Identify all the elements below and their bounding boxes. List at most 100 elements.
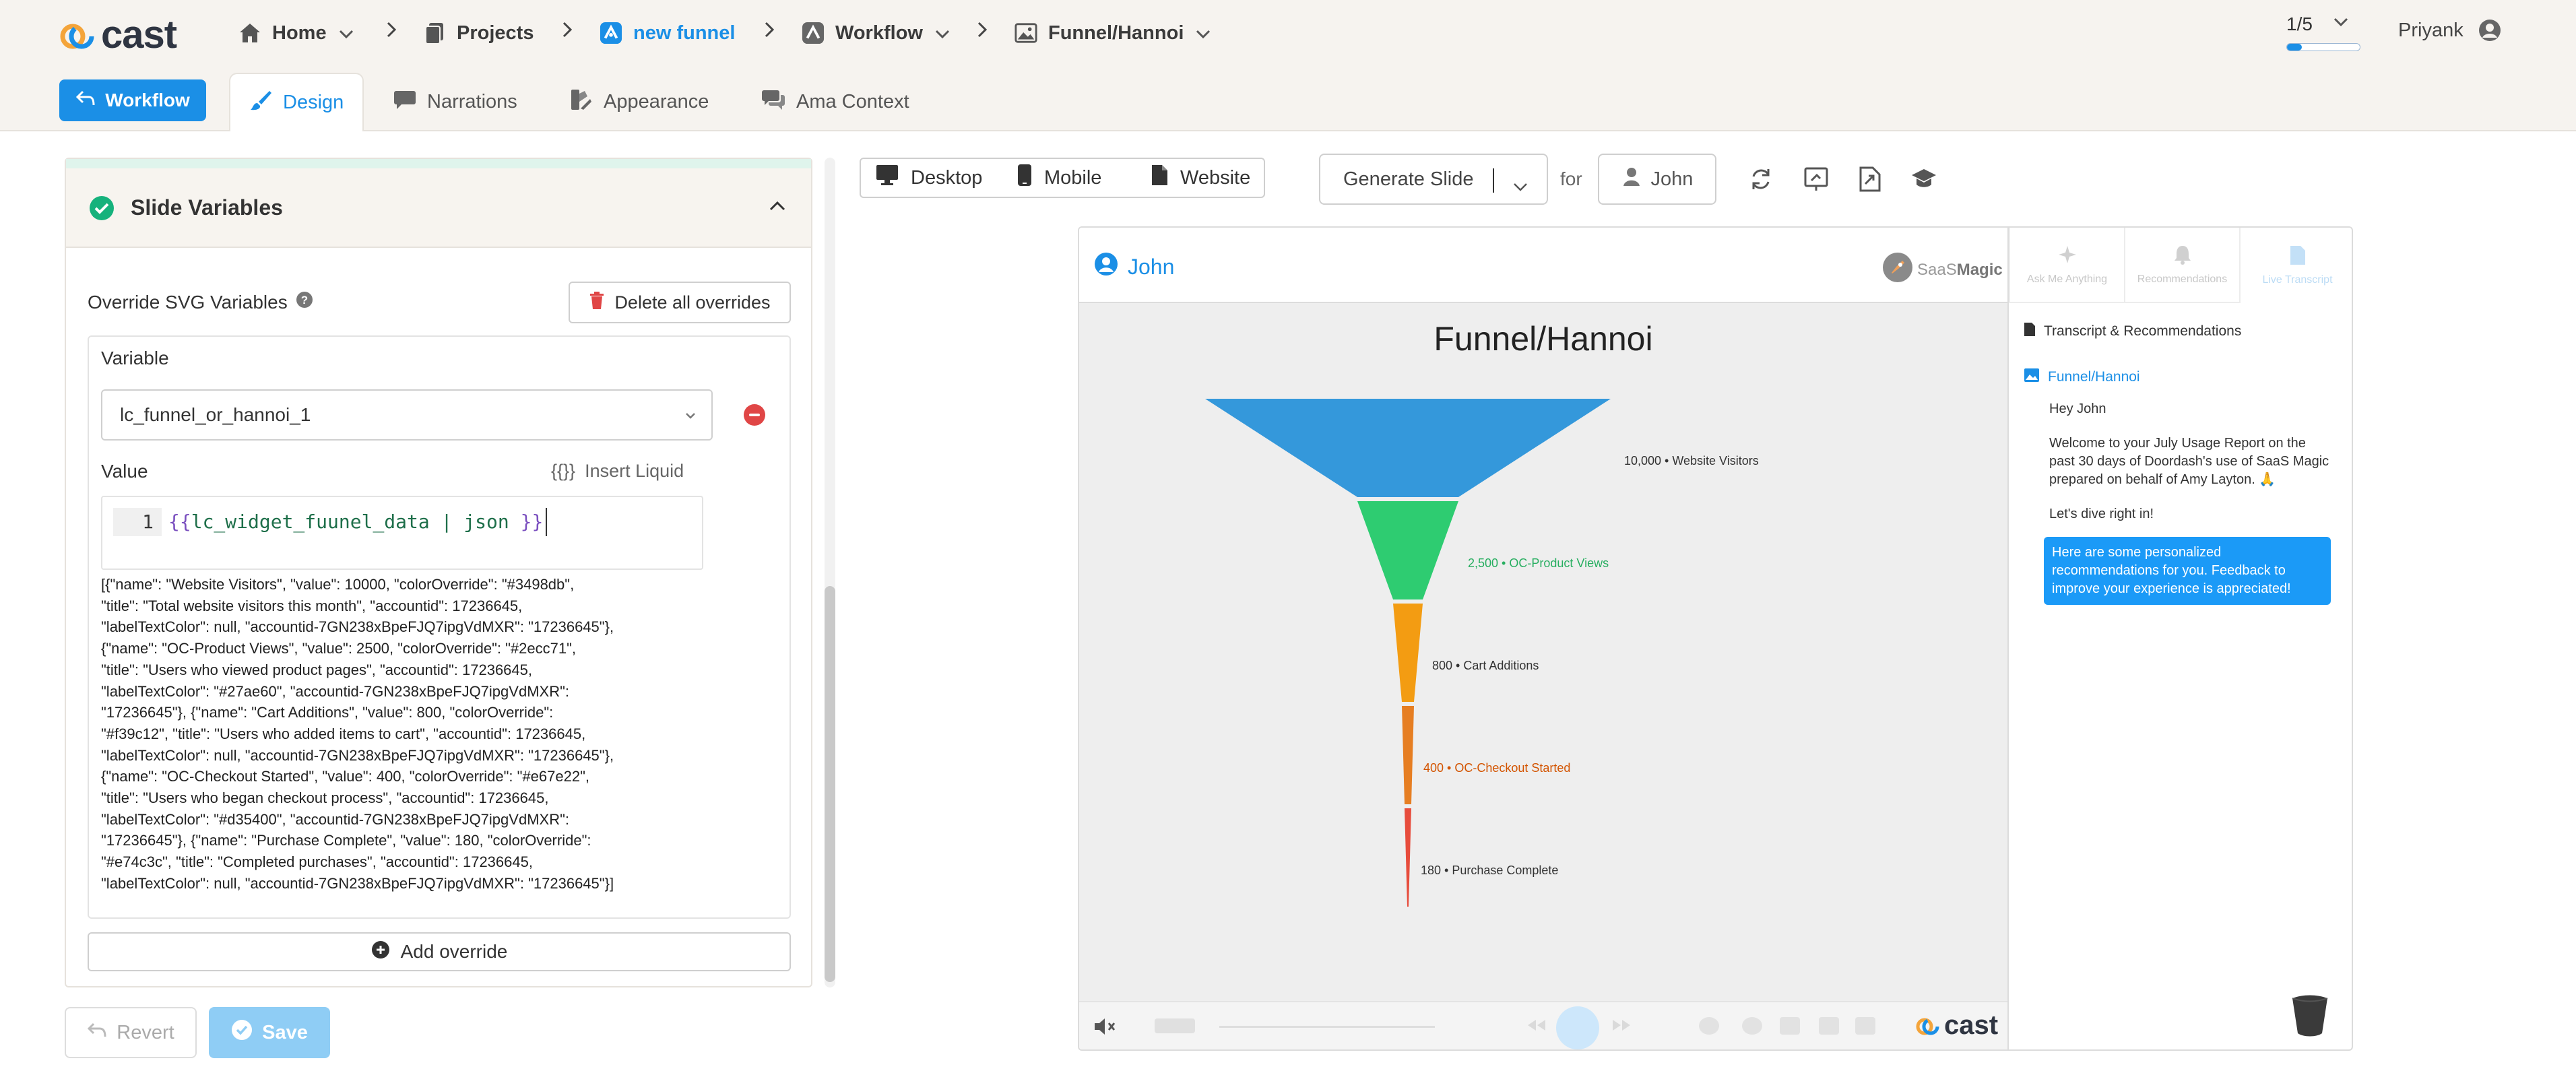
- override-card: Variable lc_funnel_or_hannoi_1 Value {{}…: [88, 335, 791, 919]
- tab-ask-me-anything[interactable]: Ask Me Anything: [2009, 228, 2124, 303]
- resolved-json-output: [{"name": "Website Visitors", "value": 1…: [101, 576, 614, 892]
- export-icon[interactable]: [1857, 166, 1883, 193]
- slide-variables-header[interactable]: Slide Variables: [66, 168, 811, 248]
- insert-liquid-label: Insert Liquid: [585, 461, 684, 481]
- breadcrumb-label: new funnel: [633, 22, 736, 44]
- funnel-segment: [1402, 706, 1414, 804]
- mute-icon[interactable]: [1093, 1016, 1117, 1041]
- user-menu[interactable]: Priyank: [2398, 19, 2501, 42]
- device-desktop[interactable]: Desktop: [861, 159, 1002, 197]
- breadcrumb-label: Projects: [457, 22, 534, 44]
- chevron-down-icon[interactable]: [1513, 175, 1528, 197]
- tab-recommendations[interactable]: Recommendations: [2124, 228, 2239, 303]
- panel-top-strip: [66, 159, 811, 168]
- funnel-value-label: 180 •: [1421, 864, 1452, 877]
- panel-scrollbar[interactable]: [825, 158, 835, 987]
- help-icon[interactable]: ?: [296, 291, 313, 313]
- cast-logo[interactable]: cast: [58, 12, 177, 57]
- side-tab-label: Recommendations: [2137, 273, 2228, 285]
- chevron-right-icon: [562, 20, 573, 43]
- add-override-label: Add override: [400, 941, 508, 962]
- preview-user-name: John: [1128, 254, 1175, 279]
- captions-icon[interactable]: [1780, 1017, 1800, 1035]
- footer-logo-text: cast: [1944, 1010, 1999, 1040]
- speed-control[interactable]: [1155, 1018, 1195, 1033]
- split-divider: [1493, 168, 1494, 193]
- remove-override-icon[interactable]: [744, 404, 765, 426]
- recommendation-bubble[interactable]: Here are some personalized recommendatio…: [2044, 537, 2331, 605]
- cup-icon[interactable]: [2290, 994, 2330, 1042]
- funnel-label: 800 • Cart Additions: [1432, 659, 1539, 672]
- progress-track: [2286, 43, 2360, 51]
- present-icon[interactable]: [1803, 166, 1830, 193]
- tab-design[interactable]: Design: [229, 73, 364, 131]
- workflow-back-button[interactable]: Workflow: [59, 79, 206, 121]
- undo-icon: [87, 1022, 107, 1044]
- funnel-stage-name: Cart Additions: [1463, 659, 1539, 672]
- slide-preview: John SaaSMagic Funnel/Hannoi 10,000 • We…: [1078, 226, 2353, 1051]
- refresh-icon[interactable]: [1747, 166, 1774, 193]
- tab-label: Narrations: [427, 91, 517, 112]
- graduation-cap-icon[interactable]: [1910, 166, 1937, 193]
- welcome-message: Welcome to your July Usage Report on the…: [2049, 436, 2329, 487]
- generate-slide-button[interactable]: Generate Slide: [1319, 154, 1548, 205]
- desktop-icon: [876, 164, 899, 191]
- save-button[interactable]: Save: [209, 1007, 330, 1058]
- sparkle-icon: [2057, 245, 2078, 268]
- funnel-segment: [1357, 501, 1458, 599]
- insert-liquid-button[interactable]: {{}} Insert Liquid: [551, 461, 684, 482]
- persona-select-button[interactable]: John: [1598, 154, 1716, 205]
- transcript-panel: Transcript & Recommendations Funnel/Hann…: [2024, 322, 2340, 605]
- breadcrumb-funnel-hannoi[interactable]: Funnel/Hannoi: [1015, 17, 1211, 49]
- globe-icon[interactable]: [1742, 1017, 1762, 1035]
- share-icon[interactable]: [1855, 1017, 1875, 1035]
- tab-label: Ama Context: [796, 91, 909, 112]
- chevron-down-icon: [935, 22, 950, 44]
- tab-ama-context[interactable]: Ama Context: [742, 73, 928, 131]
- seek-bar[interactable]: [1219, 1026, 1435, 1028]
- chevron-up-icon[interactable]: [769, 201, 785, 215]
- funnel-label: 180 • Purchase Complete: [1421, 864, 1558, 877]
- breadcrumb-workflow[interactable]: Workflow: [802, 17, 950, 49]
- chevron-down-icon: [683, 405, 698, 430]
- variable-select[interactable]: lc_funnel_or_hannoi_1: [101, 389, 713, 441]
- bell-icon: [2173, 245, 2192, 268]
- breadcrumb-home[interactable]: Home: [238, 17, 354, 49]
- breadcrumb-new-funnel[interactable]: new funnel: [600, 17, 735, 49]
- cast-logo-icon: [1916, 1018, 1939, 1035]
- saas-magic-logo: SaaSMagic: [1882, 252, 2003, 288]
- breadcrumb-label: Workflow: [835, 22, 923, 44]
- transcript-heading: Transcript & Recommendations: [2024, 322, 2340, 341]
- tab-live-transcript[interactable]: Live Transcript: [2239, 228, 2352, 303]
- back-arrow-icon: [75, 90, 96, 112]
- override-svg-variables-label: Override SVG Variables ?: [88, 291, 313, 313]
- open-brace: {{: [168, 511, 191, 533]
- slide-canvas: Funnel/Hannoi 10,000 • Website Visitors 2…: [1079, 303, 2007, 1001]
- funnel-value-label: 400 •: [1423, 761, 1454, 775]
- scrollbar-thumb[interactable]: [825, 586, 835, 982]
- side-tab-label: Ask Me Anything: [2026, 273, 2108, 285]
- thumbs-up-icon[interactable]: [1819, 1017, 1839, 1035]
- progress-indicator[interactable]: 1/5: [2286, 13, 2360, 51]
- liquid-braces-icon: {{}}: [551, 461, 576, 481]
- code-line: {{lc_widget_fuunel_data | json }}: [168, 508, 548, 536]
- device-website[interactable]: Website: [1136, 159, 1264, 197]
- tab-narrations[interactable]: Narrations: [375, 73, 536, 131]
- slide-link[interactable]: Funnel/Hannoi: [2024, 368, 2340, 387]
- funnel-segment: [1205, 399, 1611, 497]
- revert-button[interactable]: Revert: [65, 1007, 197, 1058]
- forward-icon[interactable]: [1610, 1018, 1634, 1032]
- play-button[interactable]: [1556, 1006, 1599, 1049]
- mobile-icon: [1017, 164, 1032, 192]
- funnel-value-label: 800 •: [1432, 659, 1463, 672]
- device-mobile[interactable]: Mobile: [1002, 159, 1136, 197]
- add-override-button[interactable]: Add override: [88, 932, 791, 971]
- tab-label: Design: [283, 92, 344, 113]
- rewind-icon[interactable]: [1524, 1018, 1548, 1032]
- tab-appearance[interactable]: Appearance: [551, 73, 728, 131]
- delete-all-overrides-button[interactable]: Delete all overrides: [569, 282, 791, 323]
- user-avatar-icon: [1094, 252, 1118, 282]
- settings-icon[interactable]: [1699, 1017, 1719, 1035]
- value-code-editor[interactable]: 1 {{lc_widget_fuunel_data | json }}: [101, 496, 703, 570]
- breadcrumb-projects[interactable]: Projects: [423, 17, 534, 49]
